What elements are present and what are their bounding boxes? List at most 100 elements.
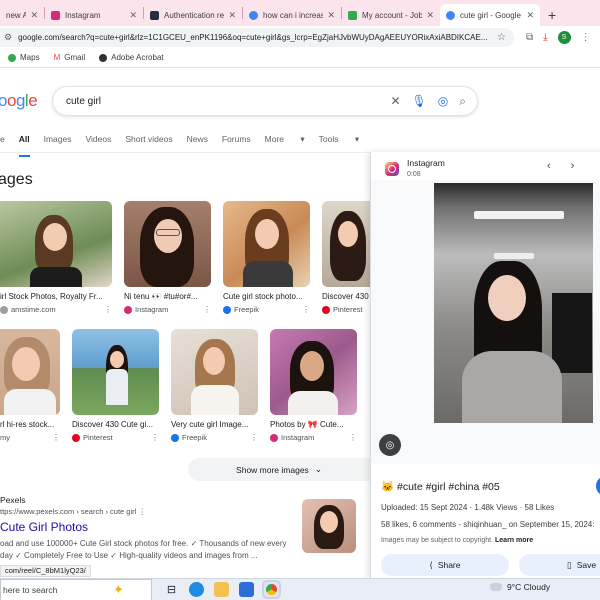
image-result[interactable]: Discover 430 Cute gi... Pinterest ⋮ [72, 329, 159, 442]
image-thumbnail[interactable] [0, 201, 112, 287]
share-button[interactable]: ⟨ Share [381, 554, 509, 576]
more-options-icon[interactable]: ⋮ [349, 433, 357, 442]
preview-video[interactable] [434, 183, 593, 423]
more-options-icon[interactable]: ⋮ [138, 507, 146, 516]
more-options-icon[interactable]: ⋮ [250, 433, 258, 442]
image-caption: irl Stock Photos, Royalty Fr... [0, 292, 103, 301]
image-source[interactable]: my [0, 433, 60, 442]
show-more-images-button[interactable]: Show more images ⌄ [188, 458, 370, 481]
menu-dots-icon[interactable]: ⋮ [581, 32, 591, 43]
image-thumbnail[interactable] [322, 201, 370, 287]
image-result[interactable]: Discover 430 Pinterest [322, 201, 370, 314]
image-thumbnail[interactable] [124, 201, 211, 287]
image-source[interactable]: Freepik [223, 305, 310, 314]
google-logo[interactable]: oogle [0, 91, 38, 111]
weather-widget[interactable]: 9°C Cloudy [490, 582, 550, 592]
previous-arrow-icon[interactable]: ‹ [547, 160, 551, 172]
panel-title[interactable]: 🐱 #cute #girl #china #05 [381, 480, 500, 493]
image-source[interactable]: Freepik [171, 433, 258, 442]
more-options-icon[interactable]: ⋮ [203, 305, 211, 314]
panel-source[interactable]: Instagram 0:08 [385, 158, 445, 178]
image-source[interactable]: Pinterest [322, 305, 370, 314]
image-result[interactable]: rl hi-res stock... my ⋮ [0, 329, 60, 442]
close-tab-icon[interactable]: ✕ [26, 10, 38, 21]
save-button[interactable]: ▯ Save [519, 554, 600, 576]
lens-icon[interactable]: ◎ [438, 94, 448, 108]
url-text[interactable]: google.com/search?q=cute+girl&rlz=1C1GCE… [18, 33, 497, 42]
image-thumbnail[interactable] [0, 329, 60, 415]
image-result[interactable]: Very cute girl Image... Freepik ⋮ [171, 329, 258, 442]
image-thumbnail[interactable] [72, 329, 159, 415]
image-result[interactable]: Cute girl stock photo... Freepik ⋮ [223, 201, 310, 314]
image-source[interactable]: Instagram [270, 433, 357, 442]
bookmark-maps[interactable]: Maps [8, 53, 40, 62]
image-source[interactable]: amstime.com [0, 305, 112, 314]
bookmark-adobe-acrobat[interactable]: Adobe Acrobat [99, 53, 164, 62]
image-thumbnail[interactable] [223, 201, 310, 287]
close-tab-icon[interactable]: ✕ [224, 10, 236, 21]
more-options-icon[interactable]: ⋮ [151, 433, 159, 442]
image-source[interactable]: Instagram [124, 305, 211, 314]
toolbar: ⚙ google.com/search?q=cute+girl&rlz=1C1G… [0, 26, 600, 48]
filter-tools[interactable]: Tools ▾ [319, 134, 359, 150]
pinterest-icon [322, 305, 330, 314]
close-tab-icon[interactable]: ✕ [323, 10, 335, 21]
image-source[interactable]: Pinterest [72, 433, 159, 442]
bookmark-gmail[interactable]: M Gmail [54, 53, 86, 62]
instagram-icon [270, 433, 278, 442]
store-icon[interactable] [239, 582, 254, 597]
filter-images[interactable]: Images [44, 134, 72, 150]
image-thumbnail[interactable] [171, 329, 258, 415]
tab-instagram[interactable]: Instagram ✕ [45, 4, 143, 26]
tab-how-can-i-increase[interactable]: how can i increase ✕ [243, 4, 341, 26]
new-tab-button[interactable]: + [540, 4, 564, 26]
image-thumbnail[interactable] [270, 329, 357, 415]
next-arrow-icon[interactable]: › [571, 160, 575, 172]
close-tab-icon[interactable]: ✕ [422, 10, 434, 21]
image-result[interactable]: Photos by 🎀 Cute... Instagram ⋮ [270, 329, 357, 442]
bookmark-star-icon[interactable]: ☆ [497, 32, 506, 43]
filter-all[interactable]: All [18, 134, 30, 157]
tab-authentication[interactable]: Authentication req ✕ [144, 4, 242, 26]
copyright-notice: Images may be subject to copyright. Lear… [381, 537, 534, 544]
tab-new-ai[interactable]: new Ai✕ [0, 4, 44, 26]
tab-my-account[interactable]: My account - Jobb ✕ [342, 4, 440, 26]
more-options-icon[interactable]: ⋮ [104, 305, 112, 314]
close-tab-icon[interactable]: ✕ [522, 10, 534, 21]
extensions-icon[interactable]: ⧉ [526, 32, 533, 43]
file-explorer-icon[interactable] [214, 582, 229, 597]
visit-button[interactable] [596, 476, 600, 496]
image-result[interactable]: irl Stock Photos, Royalty Fr... amstime.… [0, 201, 112, 314]
bookmark-icon: ▯ [567, 559, 572, 570]
tab-cute-girl-google[interactable]: cute girl - Google ✕ [440, 4, 540, 26]
filter-news[interactable]: News [187, 134, 208, 150]
site-info-icon[interactable]: ⚙ [4, 32, 12, 43]
result-thumbnail[interactable] [302, 499, 356, 553]
microphone-icon[interactable]: 🎙 [412, 94, 427, 108]
clear-icon[interactable]: ✕ [390, 94, 400, 108]
result-url[interactable]: ttps://www.pexels.com › search › cute gi… [0, 507, 146, 516]
more-options-icon[interactable]: ⋮ [52, 433, 60, 442]
filter-videos[interactable]: Videos [85, 134, 111, 150]
filter-forums[interactable]: Forums [222, 134, 251, 150]
close-tab-icon[interactable]: ✕ [125, 10, 137, 21]
edge-icon[interactable] [189, 582, 204, 597]
search-box[interactable]: cute girl ✕ 🎙 ◎ ⌕ [52, 86, 478, 116]
search-icon[interactable]: ⌕ [459, 94, 466, 109]
filter-short-videos[interactable]: Short videos [125, 134, 172, 150]
google-icon [249, 10, 258, 20]
more-options-icon[interactable]: ⋮ [302, 305, 310, 314]
learn-more-link[interactable]: Learn more [495, 537, 533, 544]
filter-more[interactable]: More ▾ [265, 134, 305, 150]
filter-partial[interactable]: e [0, 134, 5, 150]
download-icon[interactable]: ⤓ [543, 32, 547, 43]
search-input[interactable]: cute girl [66, 96, 390, 107]
taskbar-search[interactable]: here to search ✦ [0, 578, 152, 600]
profile-avatar[interactable]: S [557, 30, 571, 44]
address-bar[interactable]: ⚙ google.com/search?q=cute+girl&rlz=1C1G… [0, 27, 514, 47]
image-result[interactable]: Ni tenu 👀 #tu#or#... Instagram ⋮ [124, 201, 211, 314]
task-view-icon[interactable]: ⊟ [164, 582, 179, 597]
chrome-icon[interactable] [262, 580, 281, 599]
lens-search-icon[interactable]: ◎ [379, 434, 401, 456]
result-title-link[interactable]: Cute Girl Photos [0, 520, 88, 534]
